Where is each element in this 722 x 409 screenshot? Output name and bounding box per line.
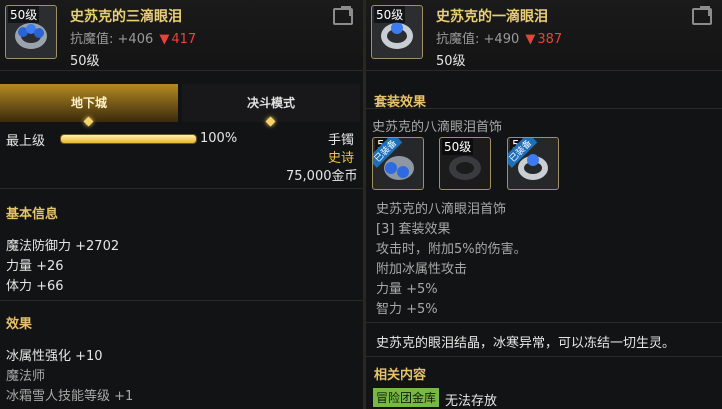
- tab-label: 决斗模式: [246, 96, 295, 110]
- stat-value: +406: [117, 32, 154, 47]
- related-note: 无法存放: [445, 394, 498, 409]
- basic-info-title: 基本信息: [6, 207, 59, 222]
- stat-down-arrow-icon: ▼: [525, 32, 536, 47]
- basic-line: 魔法防御力 +2702: [6, 239, 120, 254]
- mode-tabs: 地下城 决斗模式: [0, 84, 363, 127]
- share-icon[interactable]: [333, 8, 353, 25]
- tab-diamond-icon: [83, 116, 94, 127]
- item-type: 手镯: [328, 133, 355, 148]
- left-item-tooltip: 50级 史苏克的三滴眼泪 抗魔值: +406 ▼ 417 50级 地下城 决斗模式…: [0, 0, 363, 409]
- item-level: 50级: [436, 54, 466, 69]
- effect-line: 冰霜雪人技能等级 +1: [6, 389, 134, 404]
- set-desc-line: 智力 +5%: [376, 302, 438, 317]
- set-name: 史苏克的八滴眼泪首饰: [372, 120, 503, 135]
- tab-diamond-icon: [265, 116, 276, 127]
- set-desc-line: 力量 +5%: [376, 282, 438, 297]
- divider: [366, 322, 722, 323]
- item-stat: 抗魔值: +406 ▼ 417: [70, 28, 196, 47]
- divider: [366, 108, 722, 109]
- set-item-slot[interactable]: 5 已装备: [507, 137, 559, 190]
- adventure-vault-tag[interactable]: 冒险团金库: [373, 388, 440, 407]
- tab-pvp[interactable]: 决斗模式: [182, 84, 360, 127]
- stat-value: +490: [483, 32, 520, 47]
- item-level: 50级: [70, 54, 100, 69]
- right-item-tooltip: 50级 史苏克的一滴眼泪 抗魔值: +490 ▼ 387 50级 套装效果 史苏克…: [366, 0, 722, 409]
- set-desc-line: 攻击时，附加5%的伤害。: [376, 242, 527, 257]
- upgrade-percent: 100%: [200, 131, 238, 146]
- set-item-slot[interactable]: 5 已装备: [372, 137, 424, 190]
- stat-delta: 387: [537, 32, 563, 47]
- set-desc-title: 史苏克的八滴眼泪首饰: [376, 202, 507, 217]
- tab-label: 地下城: [70, 96, 107, 110]
- item-price: 75,000金币: [286, 169, 358, 184]
- item-stat: 抗魔值: +490 ▼ 387: [436, 28, 562, 47]
- divider: [0, 188, 363, 189]
- upgrade-progress-bar: [60, 134, 197, 144]
- right-item-header: 50级 史苏克的一滴眼泪 抗魔值: +490 ▼ 387 50级: [366, 0, 722, 71]
- right-item-icon: 50级: [371, 5, 423, 59]
- set-desc-line: 附加冰属性攻击: [376, 262, 468, 277]
- related-title: 相关内容: [374, 368, 427, 383]
- share-icon[interactable]: [692, 8, 712, 25]
- basic-line: 力量 +26: [6, 259, 64, 274]
- item-level-badge: 50级: [374, 6, 406, 23]
- left-item-icon: 50级: [5, 5, 57, 59]
- tab-dungeon[interactable]: 地下城: [0, 84, 178, 127]
- upgrade-label: 最上级: [6, 134, 46, 149]
- flavor-text: 史苏克的眼泪结晶，冰寒异常，可以冻结一切生灵。: [376, 336, 676, 351]
- effect-line: 魔法师: [6, 369, 46, 384]
- progress-fill: [61, 135, 196, 143]
- item-level-badge: 50级: [8, 6, 40, 23]
- left-item-header: 50级 史苏克的三滴眼泪 抗魔值: +406 ▼ 417 50级: [0, 0, 363, 71]
- basic-line: 体力 +66: [6, 279, 64, 294]
- stat-label: 抗魔值:: [70, 32, 114, 47]
- effect-line: 冰属性强化 +10: [6, 349, 103, 364]
- divider: [0, 300, 363, 301]
- set-desc-line: [3] 套装效果: [376, 222, 451, 237]
- item-rarity: 史诗: [328, 151, 355, 166]
- item-name: 史苏克的三滴眼泪: [70, 9, 182, 25]
- stat-down-arrow-icon: ▼: [159, 32, 170, 47]
- divider: [366, 356, 722, 357]
- effects-title: 效果: [6, 317, 33, 332]
- set-item-badge: 50级: [442, 138, 474, 155]
- stat-delta: 417: [171, 32, 197, 47]
- item-name: 史苏克的一滴眼泪: [436, 9, 548, 25]
- stat-label: 抗魔值:: [436, 32, 480, 47]
- set-item-slot[interactable]: 50级: [439, 137, 491, 190]
